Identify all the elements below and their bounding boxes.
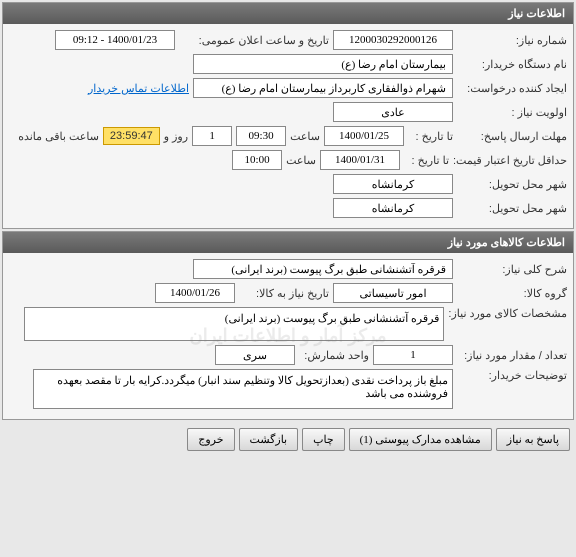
remaining-time: 23:59:47 <box>103 127 160 145</box>
buyer-org-field[interactable] <box>193 54 453 74</box>
delivery-city-field-2[interactable] <box>333 198 453 218</box>
reply-button[interactable]: پاسخ به نیاز <box>496 428 570 451</box>
general-desc-field[interactable] <box>193 259 453 279</box>
delivery-city-field[interactable] <box>333 174 453 194</box>
public-announce-field[interactable] <box>55 30 175 50</box>
public-announce-label: تاریخ و ساعت اعلان عمومی: <box>179 34 329 47</box>
priority-field[interactable] <box>333 102 453 122</box>
buyer-notes-field[interactable] <box>33 369 453 409</box>
remaining-label: ساعت باقی مانده <box>18 130 99 143</box>
need-number-label: شماره نیاز: <box>457 34 567 47</box>
goods-group-field[interactable] <box>333 283 453 303</box>
button-bar: پاسخ به نیاز مشاهده مدارک پیوستی (1) چاپ… <box>0 422 576 457</box>
price-until-date-field[interactable] <box>320 150 400 170</box>
qty-field[interactable] <box>373 345 453 365</box>
days-count-field[interactable] <box>192 126 232 146</box>
until-date-field[interactable] <box>324 126 404 146</box>
requester-label: ایجاد کننده درخواست: <box>457 82 567 95</box>
reply-deadline-label: مهلت ارسال پاسخ: <box>457 130 567 143</box>
unit-label: واحد شمارش: <box>299 349 369 362</box>
spec-label: مشخصات کالای مورد نیاز: <box>448 307 567 320</box>
need-number-field[interactable] <box>333 30 453 50</box>
buyer-org-label: نام دستگاه خریدار: <box>457 58 567 71</box>
need-info-panel: اطلاعات نیاز شماره نیاز: تاریخ و ساعت اع… <box>2 2 574 229</box>
goods-info-header: اطلاعات کالاهای مورد نیاز <box>3 232 573 253</box>
delivery-city-label: شهر محل تحویل: <box>457 178 567 191</box>
priority-label: اولویت نیاز : <box>457 106 567 119</box>
attachments-button[interactable]: مشاهده مدارک پیوستی (1) <box>349 428 492 451</box>
qty-label: تعداد / مقدار مورد نیاز: <box>457 349 567 362</box>
goods-info-panel: اطلاعات کالاهای مورد نیاز شرح کلی نیاز: … <box>2 231 574 420</box>
need-date-field[interactable] <box>155 283 235 303</box>
time-label-2: ساعت <box>286 154 316 167</box>
need-info-header: اطلاعات نیاز <box>3 3 573 24</box>
days-label: روز و <box>164 130 188 143</box>
back-button[interactable]: بازگشت <box>239 428 299 451</box>
unit-field[interactable] <box>215 345 295 365</box>
price-validity-label: حداقل تاریخ اعتبار قیمت: <box>453 154 567 167</box>
print-button[interactable]: چاپ <box>302 428 345 451</box>
until-date-label-2: تا تاریخ : <box>404 154 449 167</box>
need-date-label: تاریخ نیاز به کالا: <box>239 287 329 300</box>
contact-link[interactable]: اطلاعات تماس خریدار <box>88 82 189 95</box>
until-time-field[interactable] <box>236 126 286 146</box>
general-desc-label: شرح کلی نیاز: <box>457 263 567 276</box>
until-date-label: تا تاریخ : <box>408 130 453 143</box>
goods-info-body: شرح کلی نیاز: گروه کالا: تاریخ نیاز به ک… <box>3 253 573 419</box>
exit-button[interactable]: خروج <box>187 428 234 451</box>
delivery-city-label-2: شهر محل تحویل: <box>457 202 567 215</box>
buyer-notes-label: توضیحات خریدار: <box>457 369 567 382</box>
time-label-1: ساعت <box>290 130 320 143</box>
need-info-body: شماره نیاز: تاریخ و ساعت اعلان عمومی: نا… <box>3 24 573 228</box>
requester-field[interactable] <box>193 78 453 98</box>
price-until-time-field[interactable] <box>232 150 282 170</box>
goods-group-label: گروه کالا: <box>457 287 567 300</box>
spec-field[interactable] <box>24 307 444 341</box>
